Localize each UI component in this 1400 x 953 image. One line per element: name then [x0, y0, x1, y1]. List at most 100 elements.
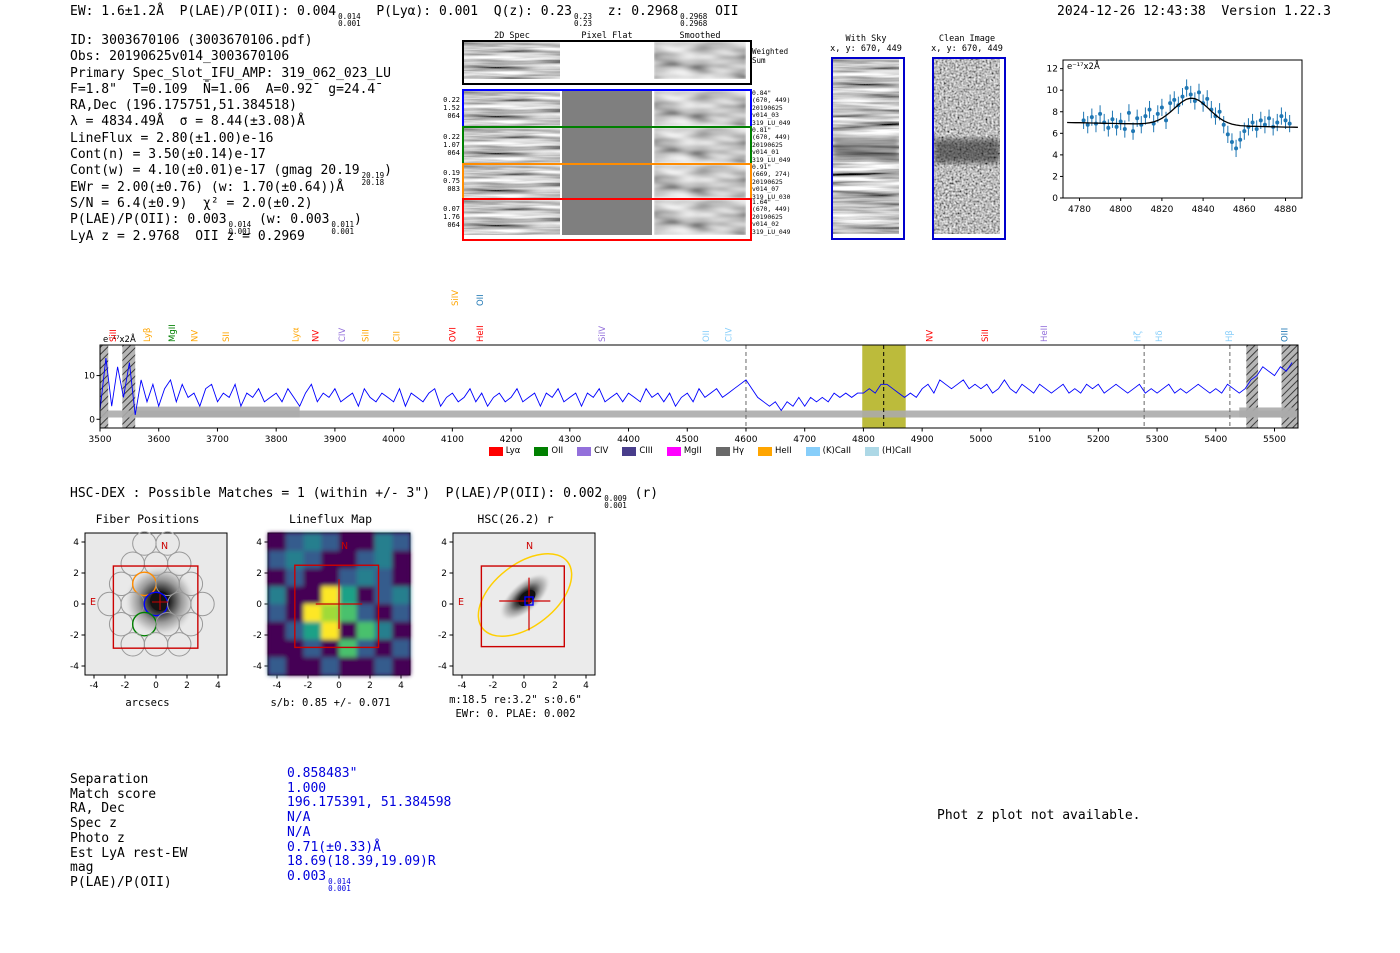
cutout-ytick: -4 [70, 662, 79, 672]
emission-line-label: SII [222, 332, 232, 342]
report-meta: 2024-12-26 12:43:38 Version 1.22.3 [1057, 4, 1331, 20]
text-segment: EW: 1.6±1.2Å P(LAE)/P(OII): 0.004 [70, 4, 337, 19]
fiber-weight-value: 064 [447, 112, 460, 121]
fit-ytick: 12 [1047, 65, 1058, 75]
text-segment: ID: 3003670106 (3003670106.pdf) [70, 33, 313, 48]
fiber-weight-value: 0.22 [443, 133, 460, 141]
info-line-3: F=1.8" T=0.109 N̄=1.06 A=0.92̄ g=24.4̄ [70, 82, 392, 98]
legend-swatch [715, 446, 730, 456]
uncertainty-frac: 20.19 20.18 [362, 172, 385, 187]
fit-plot-frame [1062, 59, 1303, 199]
spec2d-cell-noise [464, 165, 560, 198]
legend-swatch [666, 446, 681, 456]
clean-coords: x, y: 670, 449 [931, 44, 1003, 54]
text-segment: S/N = 6.4(±0.9) χ² = 2.0(±0.2) [70, 195, 313, 211]
spec2d-cell-smooth [654, 200, 746, 235]
text-segment: ) [353, 212, 362, 228]
uncertainty-frac: 0.23 0.23 [574, 13, 593, 28]
emission-line-label: OII [702, 330, 712, 342]
hsc-cutout-title: HSC(26.2) r [477, 512, 554, 526]
text-segment: 1.000 [287, 780, 327, 796]
text-segment: ) [384, 163, 392, 179]
version-label: Version 1.22.3 [1221, 4, 1331, 19]
legend-swatch [805, 446, 820, 456]
match-field-label: Separation [70, 772, 149, 787]
emission-line-label: Hζ [1134, 331, 1144, 342]
legend-item: CIV [577, 446, 608, 456]
spec2d-row-right-labels: 0.84" (670, 449) 20190625 v014_03 319_LU_049 [752, 89, 807, 127]
text-segment: 0.71(±0.33)Å [287, 839, 381, 855]
legend-label: (K)CaII [822, 446, 852, 456]
cutout-ytick: 2 [441, 569, 447, 579]
hsc-dex-header: HSC-DEX : Possible Matches = 1 (within +… [70, 486, 658, 509]
text-segment: LyA z = 2.9768 OII z = 0.2969 [70, 228, 305, 244]
spectrum-trace [99, 358, 1293, 415]
fiber-weight-value: 0.07 [443, 205, 460, 213]
emission-line-label: SiIV [598, 326, 608, 342]
emission-line-label: NV [190, 330, 200, 342]
spectrum-xtick: 5500 [1263, 435, 1286, 445]
info-line-5: λ = 4834.49Å σ = 8.44(±3.08)Å [70, 114, 392, 130]
withsky-noise-image [833, 59, 899, 234]
emission-line-label: NV [926, 330, 936, 342]
full-spectrum-plot: 3500 3600 3700 3800 3900 4000 4100 4200 4300 4400… [85, 290, 1299, 445]
spec2d-row-4 [462, 198, 752, 241]
spectrum-xtick: 3600 [147, 435, 170, 445]
fiber-weight-value: 1.07 [443, 141, 460, 150]
cutout-xtick: -2 [304, 681, 313, 691]
compass-north: N [526, 541, 533, 552]
fiber-weight-value: 064 [447, 149, 460, 158]
frac-lower: 0.001 [604, 501, 627, 510]
spec2d-row-left-labels: 0.19 0.75 083 [440, 169, 460, 194]
text-segment: HSC-DEX : Possible Matches = 1 (within +… [70, 486, 603, 501]
spec2d-row-0 [462, 40, 752, 85]
lineflux-map-plot: -4 -2 0 2 4 -4 -2 0 2 4 N [253, 532, 411, 691]
cutout-xtick: 4 [583, 681, 589, 691]
text-segment: Cont(w) = 4.10(±0.01)e-17 (gmag 20.19 [70, 163, 360, 179]
fit-ytick: 2 [1052, 172, 1058, 182]
fiber-weight-value: 0.22 [443, 96, 460, 104]
text-segment: (w: 0.003 [251, 212, 330, 228]
spec2d-row-right-labels: 0.91" (669, 274) 20190625 v014_07 319_LU_030 [752, 163, 807, 201]
emission-line-label: CIV [338, 328, 348, 342]
frac-lower: 0.001 [338, 19, 361, 28]
info-line-8: Cont(w) = 4.10(±0.01)e-17 (gmag 20.19 20.… [70, 163, 392, 186]
fiber-xlabel: arcsecs [125, 697, 170, 709]
cutout-xtick: 0 [336, 681, 342, 691]
cutout-xtick: 0 [521, 681, 527, 691]
clean-noise-image [934, 59, 1000, 234]
frac-lower: 0.2968 [680, 19, 708, 28]
match-field-value: 0.003 0.014 0.001 [287, 869, 351, 892]
spectrum-legend: Lyα OII CIV CIII MgII Hγ HeII (K)CaII (H)CaII [400, 444, 1000, 458]
lineflux-caption: s/b: 0.85 +/- 0.071 [270, 697, 391, 709]
fit-ytick: 0 [1052, 194, 1058, 204]
compass-east: E [90, 597, 96, 608]
cutout-ytick: 0 [256, 600, 262, 610]
compass-north: N [161, 541, 168, 552]
match-field-label: P(LAE)/P(OII) [70, 874, 172, 890]
frac-lower: 0.23 [574, 19, 593, 28]
emission-line-label: SiIV [451, 290, 461, 306]
info-line-7: Cont(n) = 3.50(±0.14)e-17 [70, 147, 392, 163]
hsc-caption-1: m:18.5 re:3.2" s:0.6" [449, 694, 582, 706]
spectrum-xtick: 5200 [1087, 435, 1110, 445]
cutout-xtick: 4 [398, 681, 404, 691]
spectrum-ytick: 0 [89, 415, 95, 425]
spectrum-xtick: 3700 [206, 435, 229, 445]
legend-swatch [865, 446, 880, 456]
hsc-caption-2: EWr: 0. PLAE: 0.002 [455, 708, 576, 720]
spectrum-xtick: 5300 [1146, 435, 1169, 445]
cutout-ytick: 2 [73, 569, 79, 579]
emission-line-label: NV [311, 330, 321, 342]
detection-info-block: ID: 3003670106 (3003670106.pdf) Obs: 2019… [70, 33, 392, 245]
spectrum-xtick: 3500 [89, 435, 112, 445]
legend-swatch [758, 446, 772, 456]
text-segment: LineFlux = 2.80(±1.00)e-16 [70, 130, 274, 146]
text-segment: Obs: 20190625v014_3003670106 [70, 49, 290, 65]
fiber-positions-plot: -4 -2 0 2 4 -4 -2 0 2 4 N E [70, 531, 228, 691]
compass-north: N [341, 541, 348, 552]
cutout-xtick: 2 [367, 681, 373, 691]
emission-line-label: Lyα [291, 327, 301, 342]
fiber-weight-value: 083 [447, 185, 460, 194]
text-segment: N/A [287, 810, 311, 826]
